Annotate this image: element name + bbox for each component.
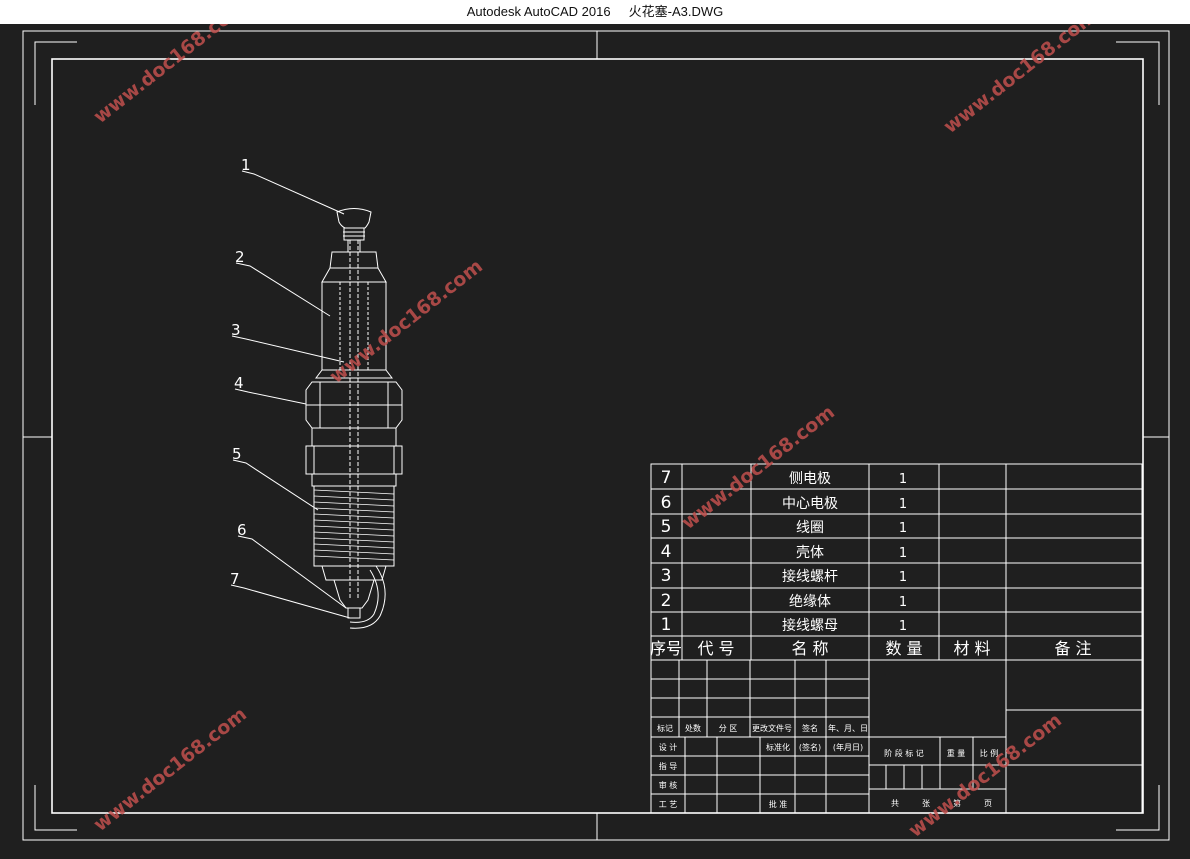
parts-row-no: 4 [661, 542, 672, 562]
callout-labels: 1 2 3 4 5 6 7 [230, 156, 251, 588]
rev-label-count: 处数 [685, 723, 701, 733]
sheets-total-label: 共 [891, 799, 899, 808]
parts-row-no: 6 [661, 493, 672, 513]
callout-label-7: 7 [230, 570, 240, 588]
header-name: 名 称 [791, 639, 828, 658]
parts-row-name: 壳体 [796, 544, 824, 561]
approve-label: 批 准 [769, 799, 788, 809]
parts-row-no: 5 [661, 517, 672, 537]
page-label: 页 [984, 799, 992, 808]
parts-list-header: 序号 代 号 名 称 数 量 材 料 备 注 [650, 639, 1092, 658]
drawing-canvas[interactable]: 1 2 3 4 5 6 7 7 侧电极 1 6 中心电极 1 5 线圈 1 4 … [0, 0, 1190, 855]
parts-row-no: 1 [661, 615, 672, 635]
parts-row-qty: 1 [899, 546, 907, 561]
parts-row-qty: 1 [899, 521, 907, 536]
table-row: 3 接线螺杆 1 [661, 566, 908, 586]
rev-label-date: 年、月、日 [828, 723, 868, 733]
table-row: 4 壳体 1 [661, 542, 908, 562]
rev-label-mark: 标记 [657, 723, 673, 733]
table-row: 2 绝缘体 1 [661, 591, 908, 611]
header-no: 序号 [650, 639, 682, 658]
watermarks: www.doc168.com www.doc168.com www.doc168… [90, 0, 1101, 842]
table-row: 1 接线螺母 1 [661, 615, 908, 635]
callout-leader-4 [234, 388, 307, 405]
rev-label-doc: 更改文件号 [752, 723, 792, 733]
table-row: 7 侧电极 1 [661, 468, 908, 488]
window-title: Autodesk AutoCAD 2016 火花塞-A3.DWG [466, 4, 724, 19]
watermark-text: www.doc168.com [940, 24, 1101, 138]
window-title-bar: Autodesk AutoCAD 2016 火花塞-A3.DWG [0, 0, 1190, 24]
callout-leader-7 [230, 584, 351, 619]
sign-label-review: 审 核 [659, 780, 678, 790]
weight-label: 重 量 [947, 748, 966, 758]
parts-row-no: 3 [661, 566, 672, 586]
std-label: 标准化 [766, 742, 790, 752]
date-hint: (年月日) [833, 742, 863, 752]
callout-leader-1 [241, 170, 345, 215]
parts-row-name: 侧电极 [789, 471, 831, 487]
parts-row-qty: 1 [899, 619, 907, 634]
watermark-text: www.doc168.com [90, 703, 251, 836]
parts-row-qty: 1 [899, 497, 907, 512]
watermark-text: www.doc168.com [90, 24, 251, 128]
spark-plug-drawing [305, 208, 403, 629]
watermark-text: www.doc168.com [905, 709, 1066, 842]
callout-label-6: 6 [237, 521, 247, 539]
header-note: 备 注 [1054, 639, 1091, 658]
callout-label-3: 3 [231, 321, 241, 339]
sign-hint: (签名) [799, 742, 821, 752]
title-block-grid [650, 659, 1143, 814]
parts-row-qty: 1 [899, 570, 907, 585]
callout-leader-2 [235, 262, 331, 317]
callout-leader-6 [237, 535, 347, 609]
sign-label-guide: 指 导 [659, 761, 678, 771]
parts-row-name: 接线螺母 [782, 617, 838, 634]
parts-row-no: 2 [661, 591, 672, 611]
parts-row-no: 7 [661, 468, 672, 488]
header-material: 材 料 [953, 639, 990, 658]
header-code: 代 号 [697, 639, 734, 658]
parts-row-qty: 1 [899, 595, 907, 610]
sign-label-design: 设 计 [659, 742, 678, 752]
sheet-frame [22, 30, 1170, 841]
callout-label-2: 2 [235, 248, 245, 266]
rev-label-zone: 分 区 [719, 724, 738, 733]
stage-label: 阶 段 标 记 [884, 748, 924, 758]
rev-label-sign: 签名 [802, 723, 818, 733]
parts-row-name: 中心电极 [782, 496, 838, 512]
header-qty: 数 量 [885, 639, 922, 658]
parts-row-name: 绝缘体 [789, 594, 831, 610]
drawing-svg[interactable]: 1 2 3 4 5 6 7 7 侧电极 1 6 中心电极 1 5 线圈 1 4 … [0, 0, 1190, 855]
callout-leader-3 [231, 335, 345, 363]
parts-row-name: 接线螺杆 [782, 568, 838, 585]
sign-label-process: 工 艺 [659, 800, 678, 809]
callout-label-5: 5 [232, 445, 242, 463]
parts-row-name: 线圈 [796, 520, 824, 536]
callout-label-1: 1 [241, 156, 251, 174]
callout-label-4: 4 [234, 374, 244, 392]
callout-leader-5 [232, 459, 319, 511]
parts-row-qty: 1 [899, 472, 907, 487]
